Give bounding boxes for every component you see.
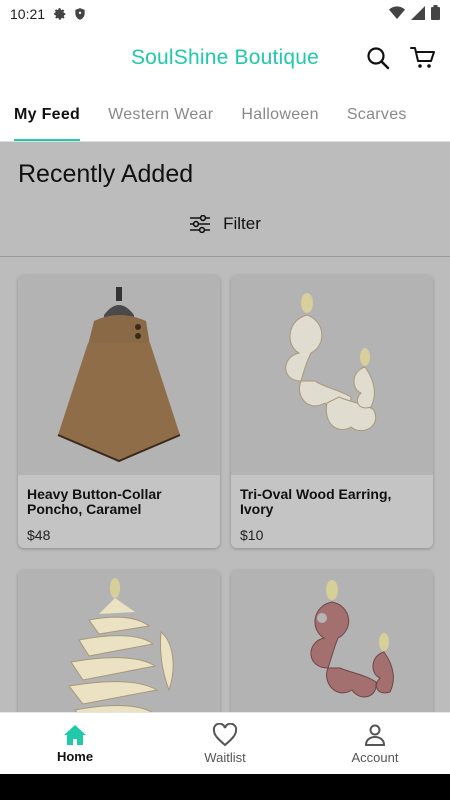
product-image — [231, 275, 433, 475]
product-image — [18, 275, 220, 475]
nav-home[interactable]: Home — [0, 713, 150, 774]
product-image — [231, 570, 433, 712]
product-card[interactable] — [231, 570, 433, 712]
nav-waitlist[interactable]: Waitlist — [150, 713, 300, 774]
person-icon — [364, 724, 386, 746]
product-price: $48 — [27, 527, 51, 543]
product-name: Tri-Oval Wood Earring, Ivory — [240, 486, 392, 517]
divider — [0, 256, 450, 257]
product-card[interactable]: Heavy Button-Collar Poncho, Caramel $48 — [18, 275, 220, 548]
product-card[interactable] — [18, 570, 220, 712]
search-icon — [367, 47, 390, 70]
tab-scarves[interactable]: Scarves — [333, 88, 421, 141]
home-icon — [64, 724, 86, 745]
signal-icon — [411, 5, 425, 23]
cart-button[interactable] — [407, 42, 439, 74]
bottom-navigation: Home Waitlist Account — [0, 712, 450, 774]
product-name: Heavy Button-Collar Poncho, Caramel — [27, 486, 162, 517]
search-button[interactable] — [362, 42, 394, 74]
product-image — [18, 570, 220, 712]
app-bar: SoulShine Boutique — [0, 28, 450, 88]
tab-halloween[interactable]: Halloween — [227, 88, 332, 141]
status-time: 10:21 — [10, 6, 46, 22]
tab-western-wear[interactable]: Western Wear — [94, 88, 227, 141]
battery-icon — [431, 5, 440, 23]
product-card[interactable]: Tri-Oval Wood Earring, Ivory $10 — [231, 275, 433, 548]
section-title: Recently Added — [18, 160, 194, 188]
tab-my-feed[interactable]: My Feed — [0, 88, 94, 141]
gear-icon — [53, 7, 67, 21]
feed-content[interactable]: Recently Added Filter Heavy Button-Colla… — [0, 142, 450, 712]
product-price: $10 — [240, 527, 264, 543]
wifi-icon — [389, 5, 405, 23]
nav-home-label: Home — [56, 748, 94, 764]
system-navigation-bar — [0, 774, 450, 800]
filter-label: Filter — [223, 214, 261, 233]
nav-account[interactable]: Account — [300, 713, 450, 774]
category-tabs: My Feed Western Wear Halloween Scarves — [0, 88, 450, 142]
sliders-icon — [190, 215, 211, 233]
nav-account-label: Account — [351, 749, 399, 765]
nav-waitlist-label: Waitlist — [204, 749, 246, 765]
heart-icon — [212, 722, 238, 746]
status-bar: 10:21 — [0, 0, 450, 28]
filter-button[interactable]: Filter — [0, 208, 450, 240]
shield-icon — [73, 7, 87, 21]
cart-icon — [410, 47, 435, 68]
